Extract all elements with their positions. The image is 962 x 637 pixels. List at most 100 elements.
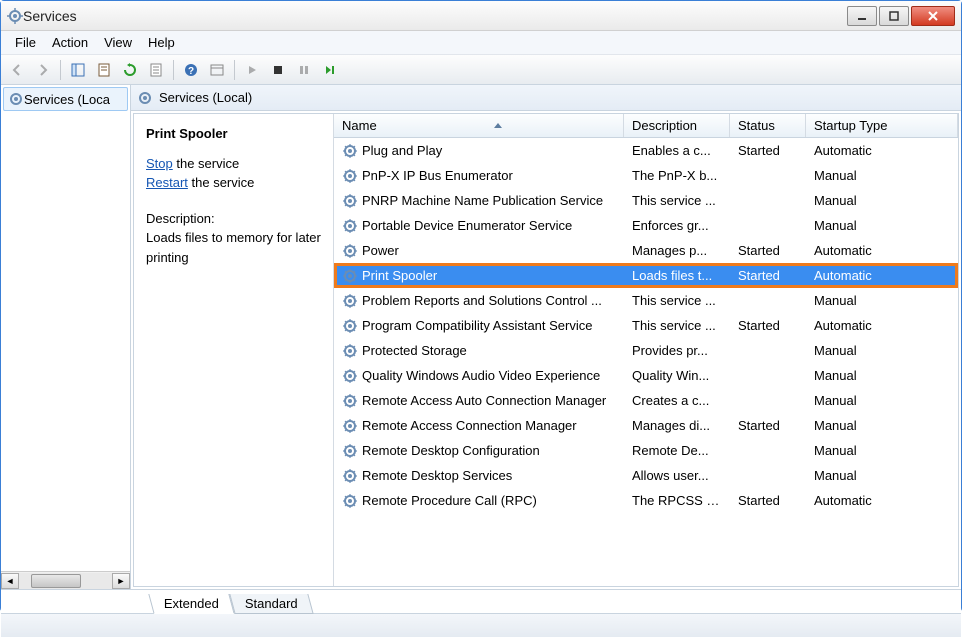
column-description[interactable]: Description xyxy=(624,114,730,137)
cell-description: Enables a c... xyxy=(624,143,730,158)
properties-button[interactable] xyxy=(144,58,168,82)
service-row[interactable]: Remote Desktop ConfigurationRemote De...… xyxy=(334,438,958,463)
close-button[interactable] xyxy=(911,6,955,26)
gear-icon xyxy=(342,193,358,209)
cell-startup: Manual xyxy=(806,343,958,358)
tab-extended[interactable]: Extended xyxy=(148,594,234,614)
gear-icon xyxy=(342,168,358,184)
service-row[interactable]: Remote Access Connection ManagerManages … xyxy=(334,413,958,438)
toolbar-icon[interactable] xyxy=(205,58,229,82)
maximize-button[interactable] xyxy=(879,6,909,26)
cell-startup: Automatic xyxy=(806,243,958,258)
gear-icon xyxy=(342,368,358,384)
scroll-left-icon[interactable]: ◄ xyxy=(1,573,19,589)
menu-file[interactable]: File xyxy=(7,33,44,52)
cell-name: Print Spooler xyxy=(334,268,624,284)
column-name[interactable]: Name xyxy=(334,114,624,137)
cell-startup: Manual xyxy=(806,418,958,433)
scroll-thumb[interactable] xyxy=(31,574,81,588)
tree-hscrollbar[interactable]: ◄ ► xyxy=(1,571,130,589)
cell-startup: Manual xyxy=(806,168,958,183)
cell-startup: Automatic xyxy=(806,493,958,508)
window-title: Services xyxy=(23,8,847,24)
service-row[interactable]: Protected StorageProvides pr...Manual xyxy=(334,338,958,363)
services-icon xyxy=(7,8,23,24)
stop-service-link[interactable]: Stop xyxy=(146,156,173,171)
details-header-title: Services (Local) xyxy=(159,90,252,105)
detail-service-name: Print Spooler xyxy=(146,124,321,144)
cell-description: The PnP-X b... xyxy=(624,168,730,183)
restart-service-button[interactable] xyxy=(318,58,342,82)
cell-name: Remote Access Auto Connection Manager xyxy=(334,393,624,409)
service-row[interactable]: PNRP Machine Name Publication ServiceThi… xyxy=(334,188,958,213)
cell-description: Creates a c... xyxy=(624,393,730,408)
scroll-right-icon[interactable]: ► xyxy=(112,573,130,589)
description-text: Loads files to memory for later printing xyxy=(146,228,321,267)
gear-icon xyxy=(342,343,358,359)
gear-icon xyxy=(342,293,358,309)
cell-description: This service ... xyxy=(624,193,730,208)
cell-name: Plug and Play xyxy=(334,143,624,159)
menu-action[interactable]: Action xyxy=(44,33,96,52)
back-button xyxy=(5,58,29,82)
cell-description: Remote De... xyxy=(624,443,730,458)
column-status[interactable]: Status xyxy=(730,114,806,137)
scroll-track[interactable] xyxy=(19,573,112,589)
service-row[interactable]: Quality Windows Audio Video ExperienceQu… xyxy=(334,363,958,388)
service-row[interactable]: Program Compatibility Assistant ServiceT… xyxy=(334,313,958,338)
statusbar xyxy=(1,613,961,637)
service-row[interactable]: Print SpoolerLoads files t...StartedAuto… xyxy=(334,263,958,288)
refresh-button[interactable] xyxy=(118,58,142,82)
service-row[interactable]: Remote Access Auto Connection ManagerCre… xyxy=(334,388,958,413)
show-hide-tree-button[interactable] xyxy=(66,58,90,82)
cell-name: Problem Reports and Solutions Control ..… xyxy=(334,293,624,309)
cell-startup: Manual xyxy=(806,393,958,408)
cell-name: Remote Desktop Configuration xyxy=(334,443,624,459)
tab-standard[interactable]: Standard xyxy=(229,594,313,614)
stop-service-button[interactable] xyxy=(266,58,290,82)
restart-service-link[interactable]: Restart xyxy=(146,175,188,190)
column-startup-type[interactable]: Startup Type xyxy=(806,114,958,137)
cell-startup: Automatic xyxy=(806,268,958,283)
service-row[interactable]: PowerManages p...StartedAutomatic xyxy=(334,238,958,263)
cell-description: Loads files t... xyxy=(624,268,730,283)
cell-description: Allows user... xyxy=(624,468,730,483)
cell-name: Quality Windows Audio Video Experience xyxy=(334,368,624,384)
tree-node-services[interactable]: Services (Loca xyxy=(3,87,128,111)
cell-startup: Manual xyxy=(806,368,958,383)
cell-description: This service ... xyxy=(624,318,730,333)
minimize-button[interactable] xyxy=(847,6,877,26)
cell-name: Protected Storage xyxy=(334,343,624,359)
service-row[interactable]: Remote Procedure Call (RPC)The RPCSS s..… xyxy=(334,488,958,513)
gear-icon xyxy=(342,318,358,334)
cell-description: Enforces gr... xyxy=(624,218,730,233)
service-row[interactable]: Remote Desktop ServicesAllows user...Man… xyxy=(334,463,958,488)
cell-description: Manages di... xyxy=(624,418,730,433)
view-tabs: Extended Standard xyxy=(1,589,961,613)
menu-view[interactable]: View xyxy=(96,33,140,52)
cell-name: Portable Device Enumerator Service xyxy=(334,218,624,234)
forward-button xyxy=(31,58,55,82)
gear-icon xyxy=(342,218,358,234)
help-button[interactable]: ? xyxy=(179,58,203,82)
cell-status: Started xyxy=(730,143,806,158)
cell-description: Manages p... xyxy=(624,243,730,258)
service-row[interactable]: Plug and PlayEnables a c...StartedAutoma… xyxy=(334,138,958,163)
service-row[interactable]: PnP-X IP Bus EnumeratorThe PnP-X b...Man… xyxy=(334,163,958,188)
export-list-button[interactable] xyxy=(92,58,116,82)
service-row[interactable]: Portable Device Enumerator ServiceEnforc… xyxy=(334,213,958,238)
cell-startup: Manual xyxy=(806,218,958,233)
grid-header: Name Description Status Startup Type xyxy=(334,114,958,138)
grid-body[interactable]: Plug and PlayEnables a c...Started Automa… xyxy=(334,138,958,586)
services-grid: Name Description Status Startup Type Plu… xyxy=(334,114,958,586)
main-area: Services (Loca ◄ ► Services (Local) Prin… xyxy=(1,85,961,589)
cell-description: This service ... xyxy=(624,293,730,308)
gear-icon xyxy=(342,493,358,509)
gear-icon xyxy=(342,418,358,434)
service-row[interactable]: Problem Reports and Solutions Control ..… xyxy=(334,288,958,313)
gear-icon xyxy=(342,443,358,459)
service-detail-panel: Print Spooler Stop the service Restart t… xyxy=(134,114,334,586)
sort-ascending-icon xyxy=(494,123,502,128)
menu-help[interactable]: Help xyxy=(140,33,183,52)
gear-icon xyxy=(137,90,153,106)
